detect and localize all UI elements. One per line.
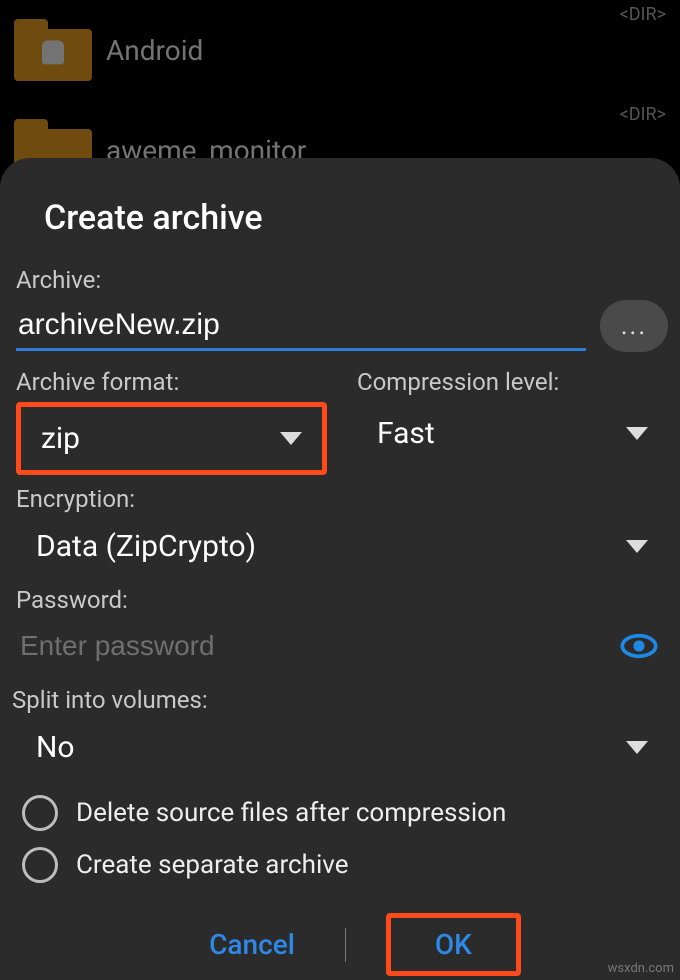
password-label: Password:	[12, 586, 668, 620]
watermark: wsxdn.com	[608, 961, 674, 976]
option-label: Delete source files after compression	[76, 798, 506, 828]
radio-icon	[22, 795, 58, 831]
radio-icon	[22, 847, 58, 883]
compression-level-dropdown[interactable]: Fast	[357, 402, 668, 465]
dropdown-value: Data (ZipCrypto)	[36, 529, 256, 564]
archive-name-input[interactable]	[16, 302, 586, 351]
dropdown-value: Fast	[377, 416, 435, 451]
browse-button[interactable]: ...	[600, 300, 668, 352]
delete-source-option[interactable]: Delete source files after compression	[12, 787, 668, 839]
ellipsis-icon: ...	[621, 311, 648, 341]
ok-button[interactable]: OK	[386, 913, 521, 976]
format-label: Archive format:	[16, 368, 327, 402]
dropdown-value: No	[36, 730, 75, 765]
archive-label: Archive:	[16, 266, 668, 300]
compression-label: Compression level:	[357, 368, 668, 402]
split-volumes-dropdown[interactable]: No	[12, 720, 668, 777]
button-separator	[345, 928, 346, 962]
split-label: Split into volumes:	[12, 686, 668, 720]
encryption-label: Encryption:	[12, 485, 668, 519]
dialog-button-bar: Cancel OK	[12, 913, 668, 976]
encryption-dropdown[interactable]: Data (ZipCrypto)	[12, 519, 668, 576]
option-label: Create separate archive	[76, 850, 348, 880]
cancel-button[interactable]: Cancel	[159, 914, 345, 975]
chevron-down-icon	[626, 540, 648, 553]
create-archive-dialog: Create archive Archive: ... Archive form…	[0, 158, 680, 980]
archive-format-dropdown[interactable]: zip	[16, 402, 327, 475]
chevron-down-icon	[626, 427, 648, 440]
dialog-title: Create archive	[12, 198, 668, 266]
separate-archive-option[interactable]: Create separate archive	[12, 839, 668, 891]
chevron-down-icon	[280, 432, 302, 445]
chevron-down-icon	[626, 741, 648, 754]
dropdown-value: zip	[41, 421, 80, 456]
show-password-icon[interactable]	[620, 633, 658, 659]
password-input[interactable]	[18, 624, 620, 668]
